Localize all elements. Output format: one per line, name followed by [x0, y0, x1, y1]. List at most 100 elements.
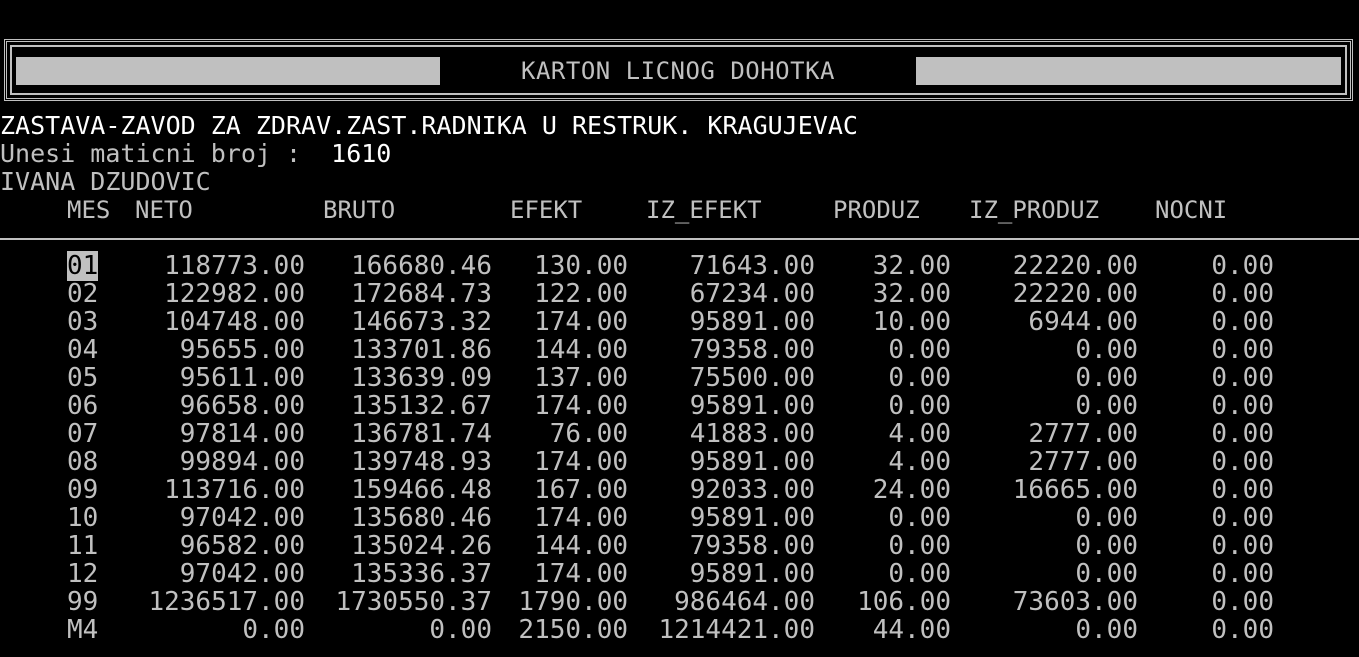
- table-row[interactable]: 03 104748.00 146673.32 174.00 95891.00 10.00 6…: [0, 308, 1359, 336]
- cell-neto: 95655.00: [179, 335, 305, 365]
- cell-neto: 122982.00: [164, 279, 305, 309]
- cell-mes[interactable]: 02: [67, 280, 107, 308]
- cell-iz-efekt: 986464.00: [674, 587, 815, 617]
- cell-produz: 0.00: [888, 391, 951, 421]
- col-header-produz: PRODUZ: [833, 196, 920, 224]
- cell-iz-efekt: 92033.00: [689, 475, 815, 505]
- cell-neto: 97814.00: [179, 419, 305, 449]
- cell-nocni: 0.00: [1211, 251, 1274, 281]
- cell-produz: 0.00: [888, 503, 951, 533]
- cell-bruto: 135132.67: [351, 391, 492, 421]
- data-table: 01 118773.00 166680.46 130.00 71643.00 32.00 2…: [0, 251, 1359, 644]
- cell-produz: 4.00: [888, 447, 951, 477]
- cell-neto: 99894.00: [179, 447, 305, 477]
- cell-bruto: 0.00: [429, 615, 492, 645]
- cell-nocni: 0.00: [1211, 559, 1274, 589]
- cell-iz-produz: 16665.00: [1012, 475, 1138, 505]
- cell-efekt: 76.00: [549, 419, 628, 449]
- cell-efekt: 130.00: [534, 251, 628, 281]
- cell-produz: 24.00: [872, 475, 951, 505]
- col-header-iz-produz: IZ_PRODUZ: [969, 196, 1100, 224]
- cell-produz: 0.00: [888, 531, 951, 561]
- cell-mes[interactable]: 12: [67, 560, 107, 588]
- cell-neto: 95611.00: [179, 363, 305, 393]
- cell-produz: 10.00: [872, 307, 951, 337]
- cell-mes[interactable]: 10: [67, 504, 107, 532]
- cell-nocni: 0.00: [1211, 391, 1274, 421]
- cell-iz-efekt: 1214421.00: [658, 615, 815, 645]
- cell-bruto: 133701.86: [351, 335, 492, 365]
- cell-nocni: 0.00: [1211, 307, 1274, 337]
- cell-nocni: 0.00: [1211, 419, 1274, 449]
- table-row[interactable]: 06 96658.00 135132.67 174.00 95891.00 0.00 0.0…: [0, 392, 1359, 420]
- company-name: ZASTAVA-ZAVOD ZA ZDRAV.ZAST.RADNIKA U RE…: [0, 111, 858, 140]
- cell-efekt: 174.00: [534, 447, 628, 477]
- cell-produz: 106.00: [857, 587, 951, 617]
- table-row[interactable]: 12 97042.00 135336.37 174.00 95891.00 0.00 0.0…: [0, 560, 1359, 588]
- cell-mes[interactable]: 03: [67, 308, 107, 336]
- cell-produz: 32.00: [872, 279, 951, 309]
- cell-bruto: 133639.09: [351, 363, 492, 393]
- cell-mes[interactable]: 08: [67, 448, 107, 476]
- id-prompt-row: Unesi maticni broj : 1610: [0, 140, 391, 168]
- cell-nocni: 0.00: [1211, 531, 1274, 561]
- id-input[interactable]: 1610: [331, 139, 391, 168]
- cell-mes[interactable]: 09: [67, 476, 107, 504]
- col-header-nocni: NOCNI: [1155, 196, 1228, 224]
- cell-nocni: 0.00: [1211, 475, 1274, 505]
- cell-iz-produz: 0.00: [1075, 363, 1138, 393]
- cell-nocni: 0.00: [1211, 503, 1274, 533]
- cell-mes[interactable]: M4: [67, 616, 107, 644]
- cell-efekt: 174.00: [534, 503, 628, 533]
- cell-iz-produz: 73603.00: [1012, 587, 1138, 617]
- table-row[interactable]: 01 118773.00 166680.46 130.00 71643.00 32.00 2…: [0, 251, 1359, 281]
- col-header-iz-efekt: IZ_EFEKT: [646, 196, 762, 224]
- cell-mes[interactable]: 05: [67, 364, 107, 392]
- cell-mes[interactable]: 06: [67, 392, 107, 420]
- cell-iz-efekt: 79358.00: [689, 335, 815, 365]
- cell-efekt: 2150.00: [518, 615, 628, 645]
- cell-iz-efekt: 95891.00: [689, 447, 815, 477]
- table-row[interactable]: 07 97814.00 136781.74 76.00 41883.00 4.00 2777…: [0, 420, 1359, 448]
- table-row[interactable]: 11 96582.00 135024.26 144.00 79358.00 0.00 0.0…: [0, 532, 1359, 560]
- table-row[interactable]: 02 122982.00 172684.73 122.00 67234.00 32.00 2…: [0, 280, 1359, 308]
- cell-nocni: 0.00: [1211, 335, 1274, 365]
- cell-neto: 0.00: [242, 615, 305, 645]
- cell-nocni: 0.00: [1211, 447, 1274, 477]
- col-header-bruto: BRUTO: [323, 196, 396, 224]
- cell-iz-efekt: 71643.00: [689, 251, 815, 281]
- cell-bruto: 146673.32: [351, 307, 492, 337]
- table-row[interactable]: 10 97042.00 135680.46 174.00 95891.00 0.00 0.0…: [0, 504, 1359, 532]
- table-row[interactable]: 04 95655.00 133701.86 144.00 79358.00 0.00 0.0…: [0, 336, 1359, 364]
- cell-mes[interactable]: 07: [67, 420, 107, 448]
- cell-mes[interactable]: 04: [67, 336, 107, 364]
- table-row[interactable]: 09 113716.00 159466.48 167.00 92033.00 24.00 1…: [0, 476, 1359, 504]
- cell-iz-efekt: 95891.00: [689, 307, 815, 337]
- cell-produz: 0.00: [888, 363, 951, 393]
- cell-iz-produz: 0.00: [1075, 615, 1138, 645]
- screen-title: KARTON LICNOG DOHOTKA: [521, 57, 835, 85]
- table-row[interactable]: 08 99894.00 139748.93 174.00 95891.00 4.00 277…: [0, 448, 1359, 476]
- cell-iz-efekt: 95891.00: [689, 503, 815, 533]
- cell-nocni: 0.00: [1211, 587, 1274, 617]
- cell-mes[interactable]: 11: [67, 532, 107, 560]
- cell-iz-produz: 22220.00: [1012, 251, 1138, 281]
- cell-bruto: 172684.73: [351, 279, 492, 309]
- cell-iz-produz: 0.00: [1075, 559, 1138, 589]
- cell-mes[interactable]: 99: [67, 588, 107, 616]
- cell-efekt: 167.00: [534, 475, 628, 505]
- table-row[interactable]: M4 0.00 0.00 2150.00 1214421.00 44.00 0.00 0.00: [0, 616, 1359, 644]
- cell-mes[interactable]: 01: [67, 251, 107, 281]
- cell-iz-produz: 2777.00: [1028, 419, 1138, 449]
- cell-bruto: 1730550.37: [335, 587, 492, 617]
- table-row[interactable]: 05 95611.00 133639.09 137.00 75500.00 0.00 0.0…: [0, 364, 1359, 392]
- cell-neto: 1236517.00: [148, 587, 305, 617]
- cell-produz: 0.00: [888, 335, 951, 365]
- cell-efekt: 1790.00: [518, 587, 628, 617]
- cell-neto: 113716.00: [164, 475, 305, 505]
- cell-neto: 96582.00: [179, 531, 305, 561]
- cell-nocni: 0.00: [1211, 279, 1274, 309]
- cell-neto: 97042.00: [179, 559, 305, 589]
- table-row[interactable]: 99 1236517.00 1730550.37 1790.00 986464.00 10…: [0, 588, 1359, 616]
- cell-neto: 118773.00: [164, 251, 305, 281]
